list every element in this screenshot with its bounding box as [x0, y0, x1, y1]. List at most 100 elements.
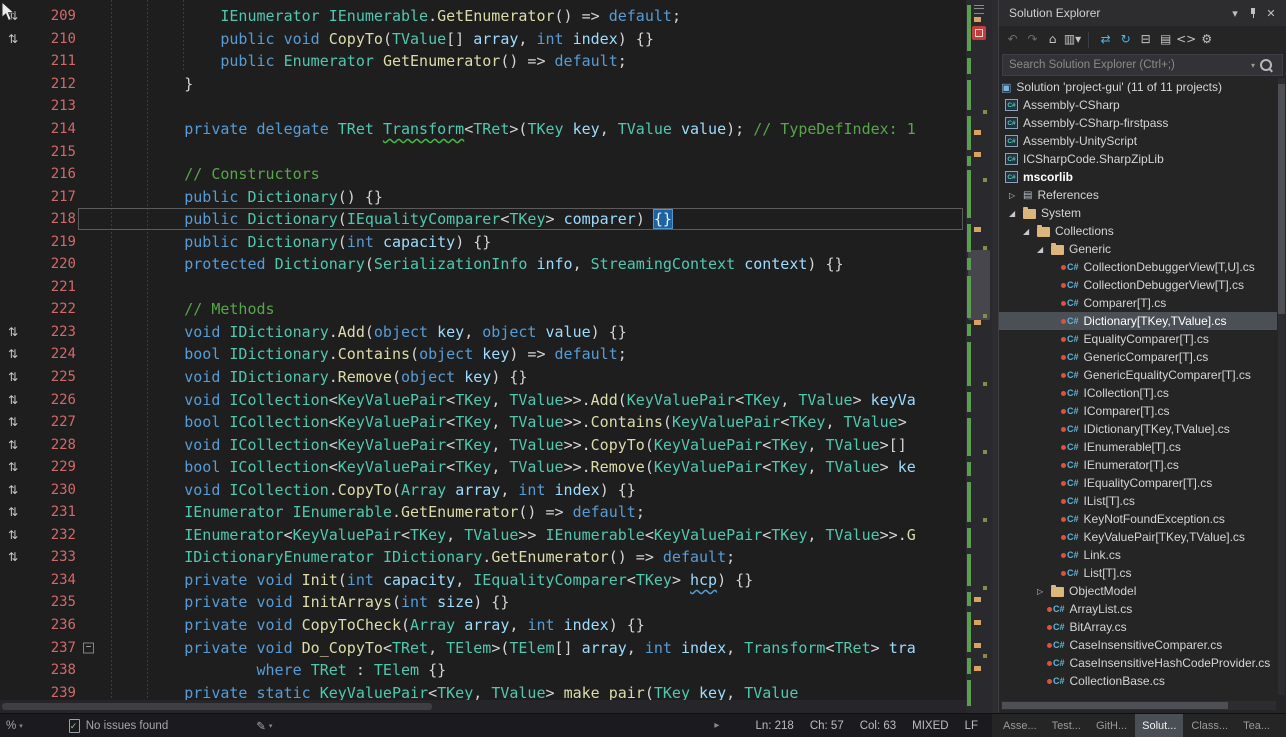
tree-item-bitarray-cs[interactable]: C#BitArray.cs	[999, 618, 1277, 636]
code-text[interactable]: void IDictionary.Remove(object key) {}	[102, 368, 966, 386]
tree-item-ienumerator-t-cs[interactable]: C#IEnumerator[T].cs	[999, 456, 1277, 474]
line-number[interactable]: 234	[26, 572, 78, 588]
status-line[interactable]: Ln: 218	[755, 720, 793, 732]
search-icon[interactable]	[1260, 59, 1272, 71]
tool-tab-asse[interactable]: Asse...	[996, 714, 1044, 737]
code-text[interactable]: // Constructors	[102, 165, 966, 183]
code-line-225[interactable]: ⇅225 void IDictionary.Remove(object key)…	[0, 366, 966, 389]
tree-item-idictionary-tkey-tvalue-cs[interactable]: C#IDictionary[TKey,TValue].cs	[999, 420, 1277, 438]
scope-dropdown-icon[interactable]: ▥▾	[1063, 29, 1082, 49]
tree-item-dictionary-tkey-tvalue-cs[interactable]: C#Dictionary[TKey,TValue].cs	[999, 312, 1277, 330]
tree-item-comparer-t-cs[interactable]: C#Comparer[T].cs	[999, 294, 1277, 312]
edit-mode-control[interactable]: ✎ ▾	[256, 719, 272, 733]
code-text[interactable]: bool IDictionary.Contains(object key) =>…	[102, 345, 966, 363]
tree-item-collectiondebuggerview-t-u-cs[interactable]: C#CollectionDebuggerView[T,U].cs	[999, 258, 1277, 276]
tree-item-collectionbase-cs[interactable]: C#CollectionBase.cs	[999, 672, 1277, 690]
line-number[interactable]: 236	[26, 617, 78, 633]
tree-item-mscorlib[interactable]: C#mscorlib	[999, 168, 1277, 186]
code-line-228[interactable]: ⇅228 void ICollection<KeyValuePair<TKey,…	[0, 433, 966, 456]
tree-item-icomparer-t-cs[interactable]: C#IComparer[T].cs	[999, 402, 1277, 420]
override-indicator-icon[interactable]: ⇅	[0, 415, 26, 429]
tree-vertical-scrollbar[interactable]	[1278, 78, 1285, 695]
line-number[interactable]: 226	[26, 392, 78, 408]
line-number[interactable]: 223	[26, 324, 78, 340]
tool-tab-solut[interactable]: Solut...	[1135, 714, 1183, 737]
code-line-214[interactable]: 214 private delegate TRet Transform<TRet…	[0, 118, 966, 141]
tree-item-iequalitycomparer-t-cs[interactable]: C#IEqualityComparer[T].cs	[999, 474, 1277, 492]
status-eol[interactable]: LF	[965, 720, 978, 732]
tree-item-solution-project-gui-11-of-11-projects-[interactable]: ▣Solution 'project-gui' (11 of 11 projec…	[999, 78, 1277, 96]
override-indicator-icon[interactable]: ⇅	[0, 32, 26, 46]
line-number[interactable]: 215	[26, 144, 78, 160]
collapse-arrow-icon[interactable]: ◢	[1037, 245, 1051, 254]
code-line-235[interactable]: 235 private void InitArrays(int size) {}	[0, 591, 966, 614]
code-line-215[interactable]: 215	[0, 140, 966, 163]
status-column[interactable]: Col: 63	[860, 720, 896, 732]
code-line-232[interactable]: ⇅232 IEnumerator<KeyValuePair<TKey, TVal…	[0, 524, 966, 547]
code-line-233[interactable]: ⇅233 IDictionaryEnumerator IDictionary.G…	[0, 546, 966, 569]
tree-item-assembly-unityscript[interactable]: C#Assembly-UnityScript	[999, 132, 1277, 150]
tree-item-keyvaluepair-tkey-tvalue-cs[interactable]: C#KeyValuePair[TKey,TValue].cs	[999, 528, 1277, 546]
code-line-216[interactable]: 216 // Constructors	[0, 163, 966, 186]
code-text[interactable]: IDictionaryEnumerator IDictionary.GetEnu…	[102, 548, 966, 566]
error-indicator-icon[interactable]	[972, 26, 986, 40]
override-indicator-icon[interactable]: ⇅	[0, 460, 26, 474]
line-number[interactable]: 218	[26, 211, 78, 227]
code-text[interactable]: public Dictionary() {}	[102, 188, 966, 206]
forward-icon[interactable]: ↷	[1023, 29, 1042, 49]
code-line-236[interactable]: 236 private void CopyToCheck(Array array…	[0, 614, 966, 637]
status-line-ending-mode[interactable]: MIXED	[912, 720, 948, 732]
code-line-217[interactable]: 217 public Dictionary() {}	[0, 185, 966, 208]
override-indicator-icon[interactable]: ⇅	[0, 347, 26, 361]
code-text[interactable]: private delegate TRet Transform<TRet>(TK…	[102, 120, 966, 138]
line-number[interactable]: 211	[26, 53, 78, 69]
code-editor[interactable]: ⇅209 IEnumerator IEnumerable.GetEnumerat…	[0, 0, 966, 713]
override-indicator-icon[interactable]: ⇅	[0, 325, 26, 339]
pin-icon[interactable]	[1244, 4, 1262, 22]
line-number[interactable]: 235	[26, 594, 78, 610]
collapse-all-icon[interactable]: ⊟	[1136, 29, 1155, 49]
tree-item-collectiondebuggerview-t-cs[interactable]: C#CollectionDebuggerView[T].cs	[999, 276, 1277, 294]
line-number[interactable]: 217	[26, 189, 78, 205]
code-text[interactable]: public Dictionary(IEqualityComparer<TKey…	[102, 210, 966, 228]
tree-hscroll-thumb[interactable]	[1002, 702, 1228, 709]
code-line-229[interactable]: ⇅229 bool ICollection<KeyValuePair<TKey,…	[0, 456, 966, 479]
code-text[interactable]: void ICollection<KeyValuePair<TKey, TVal…	[102, 391, 966, 409]
override-indicator-icon[interactable]: ⇅	[0, 505, 26, 519]
code-line-219[interactable]: 219 public Dictionary(int capacity) {}	[0, 230, 966, 253]
line-number[interactable]: 227	[26, 414, 78, 430]
tree-item-objectmodel[interactable]: ▷ObjectModel	[999, 582, 1277, 600]
collapse-arrow-icon[interactable]: ◢	[1023, 227, 1037, 236]
override-indicator-icon[interactable]: ⇅	[0, 528, 26, 542]
tree-item-link-cs[interactable]: C#Link.cs	[999, 546, 1277, 564]
code-text[interactable]: bool ICollection<KeyValuePair<TKey, TVal…	[102, 458, 966, 476]
tree-item-keynotfoundexception-cs[interactable]: C#KeyNotFoundException.cs	[999, 510, 1277, 528]
tree-item-assembly-csharp-firstpass[interactable]: C#Assembly-CSharp-firstpass	[999, 114, 1277, 132]
collapse-region-icon[interactable]: −	[83, 642, 94, 653]
code-line-227[interactable]: ⇅227 bool ICollection<KeyValuePair<TKey,…	[0, 411, 966, 434]
window-position-icon[interactable]: ▾	[1226, 4, 1244, 22]
code-line-234[interactable]: 234 private void Init(int capacity, IEqu…	[0, 569, 966, 592]
code-line-238[interactable]: 238 where TRet : TElem {}	[0, 659, 966, 682]
code-text[interactable]: where TRet : TElem {}	[102, 661, 966, 679]
vscroll-thumb[interactable]	[968, 250, 990, 320]
tool-tab-tea[interactable]: Tea...	[1236, 714, 1277, 737]
tree-item-system[interactable]: ◢System	[999, 204, 1277, 222]
code-line-218[interactable]: 218 public Dictionary(IEqualityComparer<…	[0, 208, 966, 231]
code-text[interactable]: private void Do_CopyTo<TRet, TElem>(TEle…	[102, 639, 966, 657]
line-number[interactable]: 219	[26, 234, 78, 250]
code-line-231[interactable]: ⇅231 IEnumerator IEnumerable.GetEnumerat…	[0, 501, 966, 524]
override-indicator-icon[interactable]: ⇅	[0, 550, 26, 564]
tree-item-assembly-csharp[interactable]: C#Assembly-CSharp	[999, 96, 1277, 114]
line-number[interactable]: 214	[26, 121, 78, 137]
line-number[interactable]: 229	[26, 459, 78, 475]
close-icon[interactable]: ✕	[1262, 4, 1280, 22]
tree-item-genericequalitycomparer-t-cs[interactable]: C#GenericEqualityComparer[T].cs	[999, 366, 1277, 384]
line-number[interactable]: 230	[26, 482, 78, 498]
line-number[interactable]: 237	[26, 640, 78, 656]
line-number[interactable]: 221	[26, 279, 78, 295]
code-line-226[interactable]: ⇅226 void ICollection<KeyValuePair<TKey,…	[0, 388, 966, 411]
line-number[interactable]: 220	[26, 256, 78, 272]
expand-arrow-icon[interactable]: ▷	[1009, 191, 1023, 200]
line-number[interactable]: 222	[26, 301, 78, 317]
